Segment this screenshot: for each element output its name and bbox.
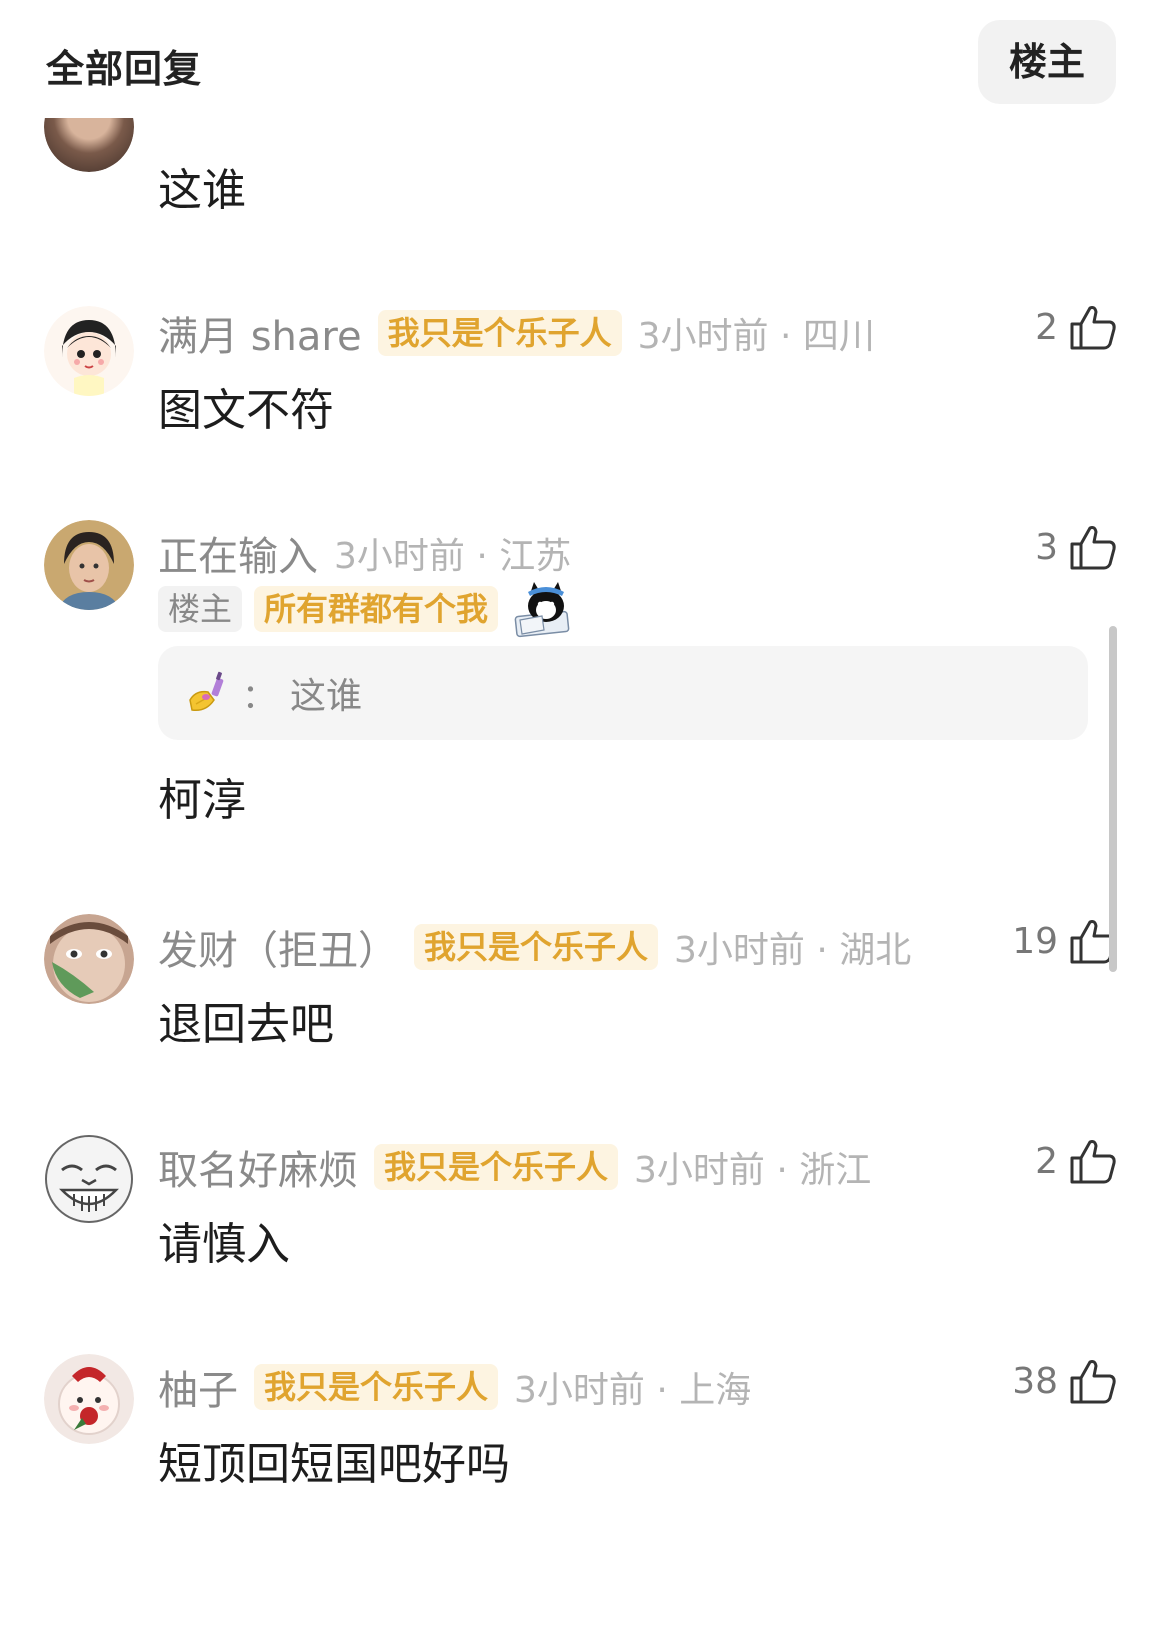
- user-tags: 楼主 所有群都有个我: [158, 580, 574, 638]
- time-location: 3小时前 · 湖北: [674, 930, 912, 971]
- time-location: 3小时前 · 江苏: [334, 536, 572, 577]
- comment-meta: 柚子 我只是个乐子人 3小时前 · 上海: [158, 1358, 751, 1416]
- username[interactable]: 满月 share: [158, 304, 362, 362]
- all-replies-title: 全部回复: [46, 47, 203, 91]
- time-location: 3小时前 · 四川: [637, 316, 875, 357]
- comment-meta: 正在输入 3小时前 · 江苏: [158, 524, 571, 582]
- time-location: 3小时前 · 上海: [514, 1370, 752, 1411]
- owner-tag: 楼主: [158, 586, 243, 632]
- username[interactable]: 发财（拒丑）: [158, 918, 398, 976]
- quote-separator: ：: [242, 676, 276, 717]
- like-count: 2: [1035, 306, 1058, 348]
- comment-content: 图文不符: [158, 385, 334, 436]
- comment-page: 全部回复 楼主 这谁 满月 share 我只是个乐子人 3小时前 · 四川 2 …: [0, 0, 1170, 1627]
- comment-meta: 取名好麻烦 我只是个乐子人 3小时前 · 浙江: [158, 1138, 871, 1196]
- avatar[interactable]: [44, 914, 134, 1004]
- avatar[interactable]: [44, 1134, 134, 1224]
- fan-badge: 所有群都有个我: [254, 586, 499, 632]
- fan-badge: 我只是个乐子人: [377, 310, 622, 356]
- like-button[interactable]: 3: [1035, 522, 1118, 572]
- comment-content: 短顶回短国吧好吗: [158, 1439, 510, 1490]
- avatar[interactable]: [44, 520, 134, 610]
- like-button[interactable]: 19: [1012, 916, 1118, 966]
- like-count: 19: [1012, 920, 1058, 962]
- comment-content: 柯淳: [158, 775, 246, 826]
- avatar[interactable]: [44, 306, 134, 396]
- thumbs-up-icon: [1070, 306, 1116, 350]
- thumbs-up-icon: [1070, 526, 1116, 570]
- scrollbar[interactable]: [1109, 626, 1117, 972]
- comment-content: 退回去吧: [158, 999, 334, 1050]
- time-location: 3小时前 · 浙江: [634, 1150, 872, 1191]
- username[interactable]: 取名好麻烦: [158, 1138, 358, 1196]
- comments-header: 全部回复 楼主: [0, 0, 1170, 118]
- fan-badge: 我只是个乐子人: [374, 1144, 619, 1190]
- fan-badge: 我只是个乐子人: [254, 1364, 499, 1410]
- comment-content: 请慎入: [158, 1219, 290, 1270]
- quoted-text: 这谁: [290, 676, 363, 717]
- username[interactable]: 柚子: [158, 1358, 238, 1416]
- username[interactable]: 正在输入: [158, 524, 318, 582]
- like-button[interactable]: 2: [1035, 1136, 1118, 1186]
- comment-meta: 发财（拒丑） 我只是个乐子人 3小时前 · 湖北: [158, 918, 911, 976]
- avatar[interactable]: [44, 1354, 134, 1444]
- fan-badge: 我只是个乐子人: [414, 924, 659, 970]
- like-count: 3: [1035, 526, 1058, 568]
- comment-content: 这谁: [158, 165, 246, 216]
- comment-meta: 满月 share 我只是个乐子人 3小时前 · 四川: [158, 304, 875, 362]
- like-count: 2: [1035, 1140, 1058, 1182]
- quoted-reply[interactable]: ： 这谁: [158, 646, 1088, 740]
- owner-only-filter-button[interactable]: 楼主: [978, 20, 1116, 104]
- nail-polish-icon: [189, 671, 224, 712]
- like-count: 38: [1012, 1360, 1058, 1402]
- like-button[interactable]: 38: [1012, 1356, 1118, 1406]
- thumbs-up-icon: [1070, 1360, 1116, 1404]
- cat-sticker-icon: [514, 582, 570, 638]
- thumbs-up-icon: [1070, 1140, 1116, 1184]
- like-button[interactable]: 2: [1035, 302, 1118, 352]
